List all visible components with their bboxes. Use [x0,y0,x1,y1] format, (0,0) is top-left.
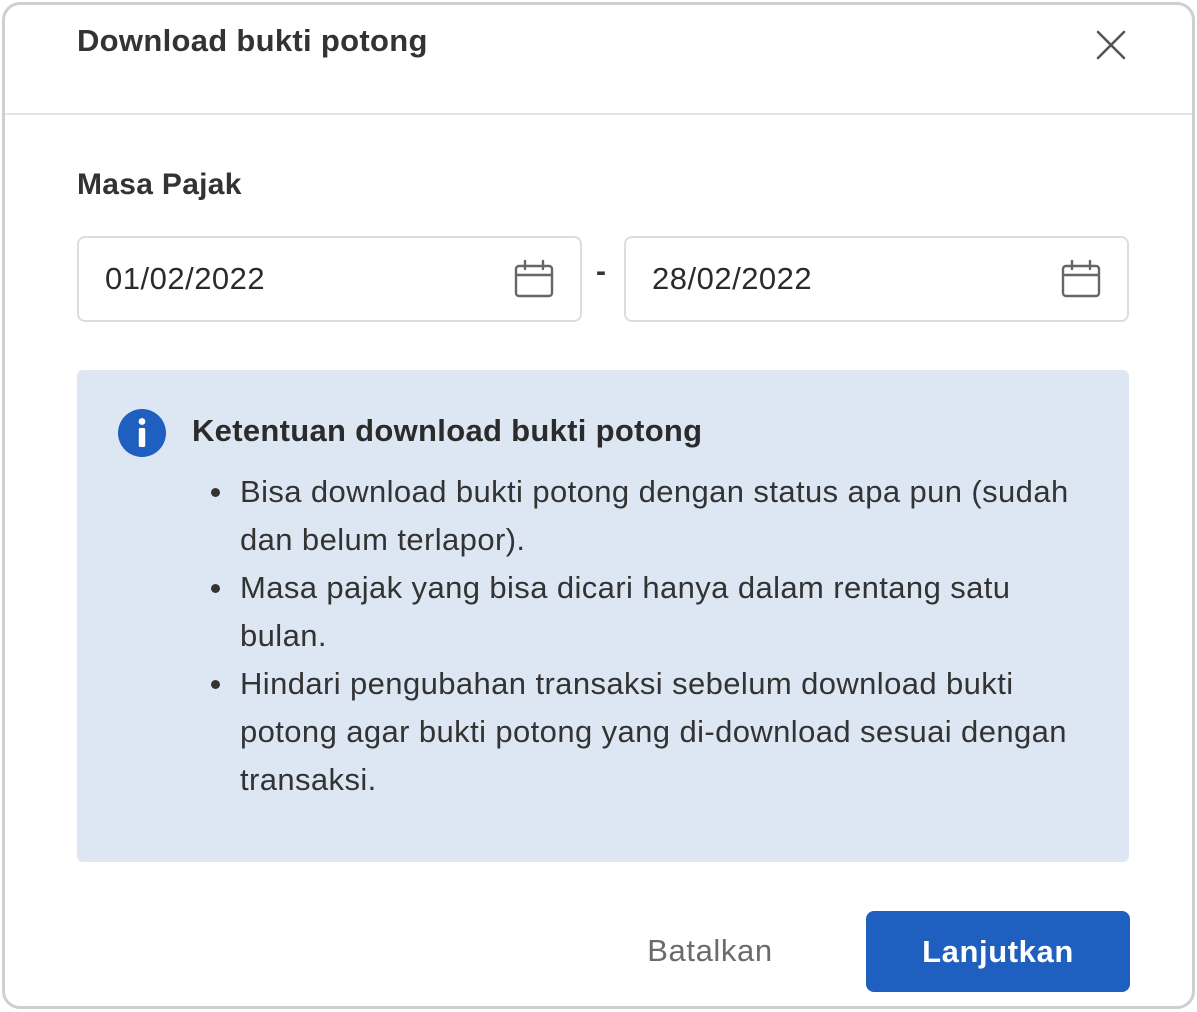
bullet [211,680,220,689]
list-item: Masa pajak yang bisa dicari hanya dalam … [207,564,1087,660]
end-date-input[interactable] [652,238,1032,320]
dialog-title: Download bukti potong [77,23,428,58]
info-list: Bisa download bukti potong dengan status… [207,468,1087,804]
masa-pajak-label: Masa Pajak [77,168,242,201]
info-item-text: Bisa download bukti potong dengan status… [240,474,1069,557]
info-title: Ketentuan download bukti potong [192,413,703,448]
close-button[interactable] [1091,25,1131,65]
end-date-calendar-button[interactable] [1059,258,1103,302]
date-range-separator: - [596,255,606,288]
info-item-text: Hindari pengubahan transaksi sebelum dow… [240,666,1067,797]
list-item: Bisa download bukti potong dengan status… [207,468,1087,564]
start-date-input[interactable] [105,238,485,320]
list-item: Hindari pengubahan transaksi sebelum dow… [207,660,1087,804]
close-icon [1096,30,1126,60]
download-dialog: Download bukti potong Masa Pajak - [2,2,1195,1009]
calendar-icon [514,259,554,298]
info-item-text: Masa pajak yang bisa dicari hanya dalam … [240,570,1011,653]
start-date-field[interactable] [77,236,582,322]
end-date-field[interactable] [624,236,1129,322]
info-panel: Ketentuan download bukti potong Bisa dow… [77,370,1129,862]
start-date-calendar-button[interactable] [512,258,556,302]
continue-button[interactable]: Lanjutkan [866,911,1130,992]
info-icon [118,409,166,457]
calendar-icon [1061,259,1101,298]
cancel-button[interactable]: Batalkan [605,911,815,991]
bullet [211,584,220,593]
dialog-header: Download bukti potong [5,5,1192,115]
bullet [211,488,220,497]
